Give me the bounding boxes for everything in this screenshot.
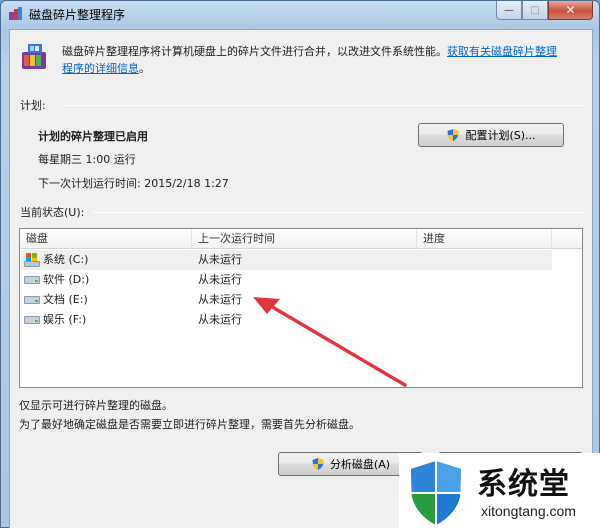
uac-shield-icon bbox=[312, 458, 324, 470]
disk-row-e[interactable]: 文档 (E:) 从未运行 bbox=[21, 290, 552, 310]
watermark-title: 系统堂 bbox=[477, 467, 570, 502]
disk-name: 娱乐 (F:) bbox=[43, 313, 87, 326]
schedule-divider bbox=[62, 105, 584, 106]
title-bar[interactable]: 磁盘碎片整理程序 — □ ✕ bbox=[1, 1, 599, 27]
disk-name: 文档 (E:) bbox=[43, 293, 88, 306]
window-title: 磁盘碎片整理程序 bbox=[29, 8, 126, 22]
windows-logo-icon bbox=[411, 461, 461, 525]
schedule-status-title: 计划的碎片整理已启用 bbox=[38, 130, 148, 143]
defrag-app-icon bbox=[9, 7, 22, 20]
help-link[interactable]: 获取有关磁盘碎片整理 bbox=[447, 45, 557, 58]
disk-row-f[interactable]: 娱乐 (F:) 从未运行 bbox=[21, 310, 552, 330]
help-link-continued[interactable]: 程序的详细信息 bbox=[62, 62, 139, 75]
minimize-button[interactable]: — bbox=[496, 1, 522, 20]
column-last-run[interactable]: 上一次运行时间 bbox=[192, 229, 417, 249]
disk-row-c[interactable]: 系统 (C:) 从未运行 bbox=[21, 250, 552, 270]
drive-icon bbox=[24, 316, 40, 324]
footer-note-2: 为了最好地确定磁盘是否需要立即进行碎片整理，需要首先分析磁盘。 bbox=[19, 418, 360, 431]
column-progress[interactable]: 进度 bbox=[417, 229, 552, 249]
disk-row-d[interactable]: 软件 (D:) 从未运行 bbox=[21, 270, 552, 290]
description: 磁盘碎片整理程序将计算机硬盘上的碎片文件进行合并，以改进文件系统性能。获取有关磁… bbox=[62, 43, 587, 77]
disk-last-run: 从未运行 bbox=[198, 293, 242, 306]
analyze-disk-label: 分析磁盘(A) bbox=[329, 458, 391, 471]
footer-note-1: 仅显示可进行碎片整理的磁盘。 bbox=[19, 399, 173, 412]
schedule-group-label: 计划: bbox=[20, 99, 46, 112]
status-divider bbox=[92, 212, 584, 213]
watermark: 系统堂 xitongtang.com bbox=[399, 453, 600, 528]
disk-name: 系统 (C:) bbox=[43, 253, 89, 266]
defrag-window: 磁盘碎片整理程序 — □ ✕ 磁盘碎片整理程序将计算机硬盘上的碎片文件进行合并，… bbox=[0, 0, 600, 528]
maximize-button[interactable]: □ bbox=[522, 1, 548, 20]
configure-schedule-button[interactable]: 配置计划(S)... bbox=[418, 123, 564, 147]
disk-last-run: 从未运行 bbox=[198, 253, 242, 266]
description-text: 磁盘碎片整理程序将计算机硬盘上的碎片文件进行合并，以改进文件系统性能。 bbox=[62, 45, 447, 58]
schedule-next-run: 下一次计划运行时间: 2015/2/18 1:27 bbox=[38, 177, 229, 190]
disk-name: 软件 (D:) bbox=[43, 273, 90, 286]
defrag-large-icon bbox=[22, 44, 46, 69]
disk-list[interactable]: 磁盘 上一次运行时间 进度 系统 (C:) 从未运行 软件 (D:) 从未运行 … bbox=[19, 228, 583, 388]
watermark-url: xitongtang.com bbox=[481, 503, 576, 519]
disk-last-run: 从未运行 bbox=[198, 273, 242, 286]
status-group-label: 当前状态(U): bbox=[20, 206, 85, 219]
close-button[interactable]: ✕ bbox=[548, 1, 593, 20]
disk-last-run: 从未运行 bbox=[198, 313, 242, 326]
column-disk[interactable]: 磁盘 bbox=[20, 229, 192, 249]
system-drive-icon bbox=[24, 253, 40, 267]
disk-list-header: 磁盘 上一次运行时间 进度 bbox=[20, 229, 582, 249]
drive-icon bbox=[24, 276, 40, 284]
description-suffix: 。 bbox=[139, 62, 150, 75]
drive-icon bbox=[24, 296, 40, 304]
schedule-when: 每星期三 1:00 运行 bbox=[38, 153, 136, 166]
configure-schedule-label: 配置计划(S)... bbox=[465, 129, 536, 142]
uac-shield-icon bbox=[447, 129, 459, 141]
